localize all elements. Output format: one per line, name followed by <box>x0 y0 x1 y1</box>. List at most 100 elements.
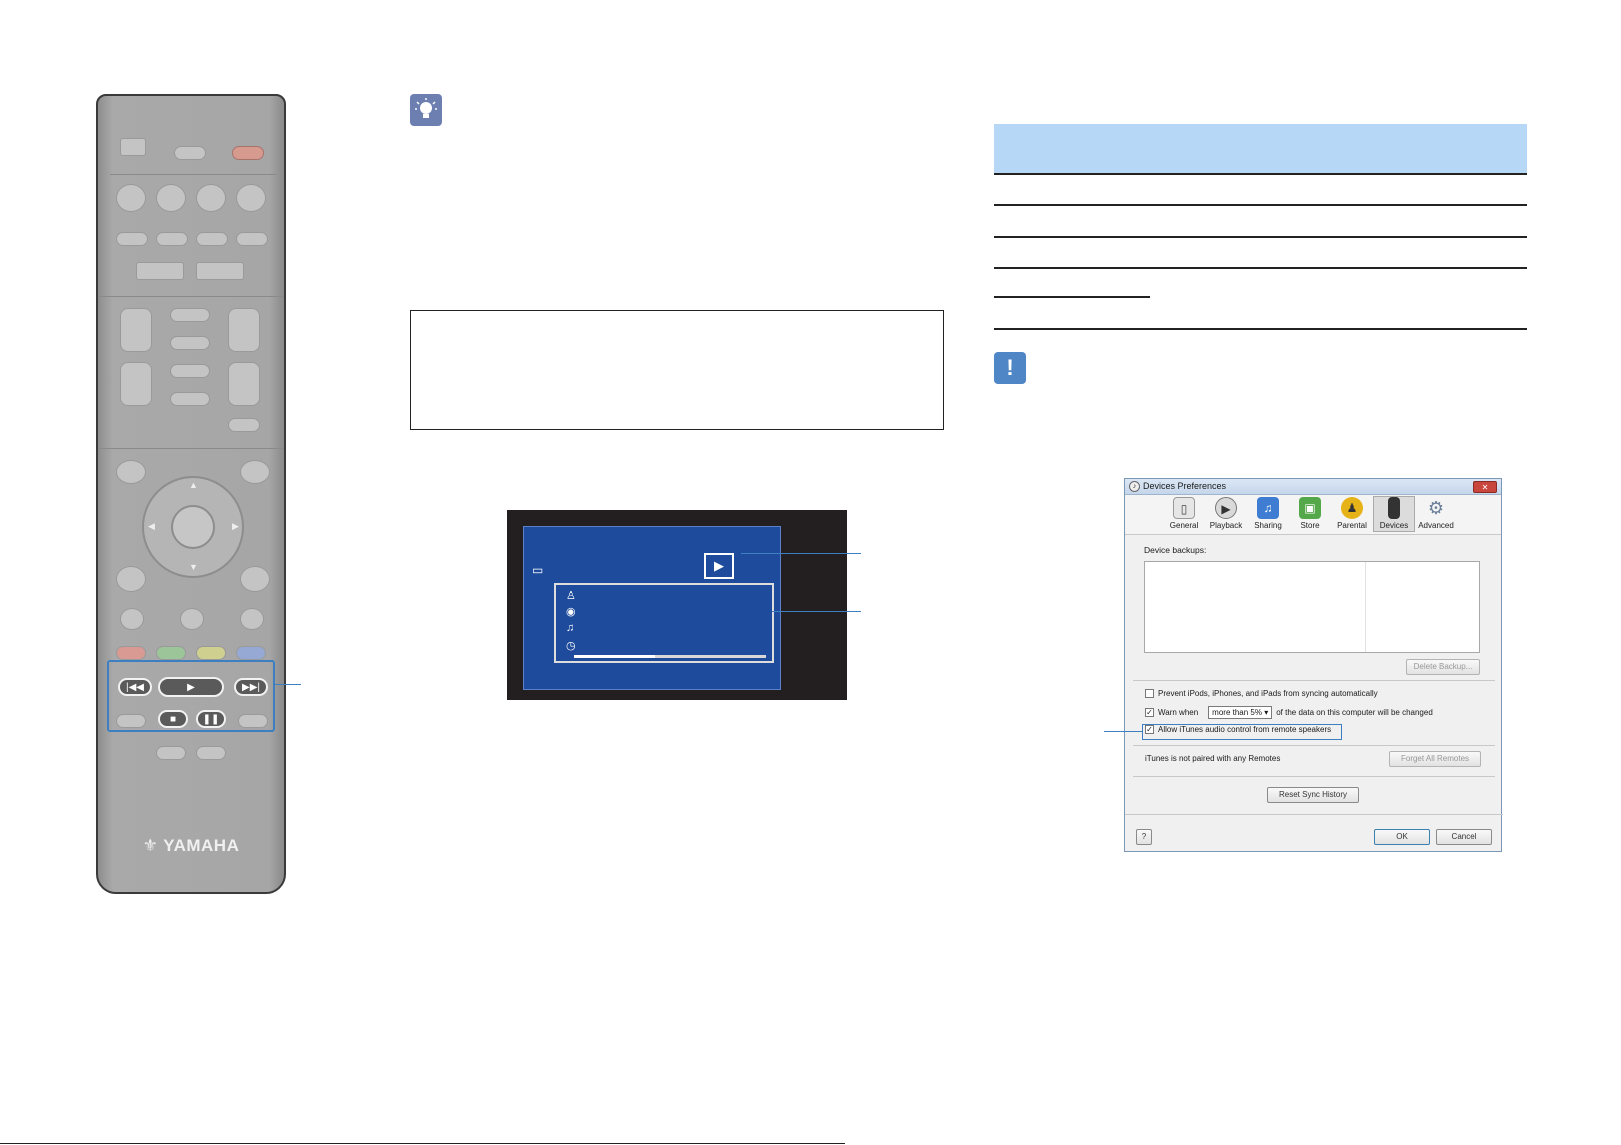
input-button-1 <box>116 184 146 212</box>
section-divider <box>1125 814 1503 815</box>
devices-preferences-window: ♪ Devices Preferences ✕ ▯ General ▶ Play… <box>1124 478 1503 852</box>
table-rule <box>994 173 1527 175</box>
volume-down-button <box>228 362 260 406</box>
scene-down-button <box>120 362 152 406</box>
scene-up-button <box>120 308 152 352</box>
delete-backup-button[interactable]: Delete Backup... <box>1406 659 1480 675</box>
cursor-right-icon: ▶ <box>232 521 239 531</box>
table-rule <box>994 236 1527 238</box>
section-divider <box>1133 776 1495 777</box>
progress-fill <box>574 655 655 658</box>
gear-icon: ⚙ <box>1427 498 1445 518</box>
song-icon: ♫ <box>566 622 575 634</box>
preferences-toolbar: ▯ General ▶ Playback ♫ Sharing ▣ Store ♟… <box>1125 495 1501 535</box>
sharing-icon: ♫ <box>1257 497 1279 519</box>
input-right-button <box>196 262 244 280</box>
info-leader-line <box>772 611 861 612</box>
yellow-button <box>196 646 226 660</box>
remote-switch <box>120 138 146 156</box>
close-button[interactable]: ✕ <box>1473 481 1497 493</box>
yamaha-logo: ⚜ YAMAHA <box>142 836 240 855</box>
remote-button <box>180 608 204 630</box>
program-button <box>170 392 210 406</box>
program-button <box>170 364 210 378</box>
warn-when-checkbox[interactable]: ✓ <box>1145 708 1154 717</box>
pause-button: ❚❚ <box>196 710 226 728</box>
cursor-down-icon: ▼ <box>189 562 198 572</box>
playback-status-icon: ▶ <box>704 553 734 579</box>
forget-all-remotes-button[interactable]: Forget All Remotes <box>1389 751 1481 767</box>
device-backups-list[interactable] <box>1144 561 1480 653</box>
tab-devices[interactable]: ▮ Devices <box>1373 496 1415 532</box>
remote-button <box>240 566 270 592</box>
remotes-status-text: iTunes is not paired with any Remotes <box>1145 754 1281 763</box>
transport-leader-line <box>275 684 301 685</box>
prevent-sync-row: Prevent iPods, iPhones, and iPads from s… <box>1145 689 1378 698</box>
tab-label: Parental <box>1337 521 1367 530</box>
green-button <box>156 646 186 660</box>
remote-divider <box>98 448 284 449</box>
tab-store[interactable]: ▣ Store <box>1289 497 1331 530</box>
warn-when-label: Warn when <box>1158 708 1199 717</box>
tab-sharing[interactable]: ♫ Sharing <box>1247 497 1289 530</box>
remote-divider <box>110 174 276 175</box>
skip-forward-button: ▶▶| <box>234 678 268 696</box>
note-box <box>410 310 944 430</box>
input-button-2 <box>156 184 186 212</box>
table-rule <box>994 267 1527 269</box>
artist-icon: ♙ <box>566 590 576 602</box>
input-button-3 <box>196 184 226 212</box>
remote-button <box>196 232 228 246</box>
iphone-icon: ▮ <box>1388 497 1400 519</box>
remote-button <box>116 460 146 484</box>
tab-advanced[interactable]: ⚙ Advanced <box>1415 497 1457 530</box>
reset-sync-history-button[interactable]: Reset Sync History <box>1267 787 1359 803</box>
album-icon: ◉ <box>566 606 576 618</box>
table-header <box>994 124 1527 174</box>
tab-playback[interactable]: ▶ Playback <box>1205 497 1247 530</box>
warn-suffix-label: of the data on this computer will be cha… <box>1276 708 1433 717</box>
warn-threshold-value: more than 5% <box>1212 708 1262 717</box>
remote-divider <box>98 296 284 297</box>
allow-remote-leader-line <box>1104 731 1142 732</box>
cursor-up-icon: ▲ <box>189 480 198 490</box>
tab-label: Playback <box>1209 521 1243 530</box>
warn-threshold-select[interactable]: more than 5% ▾ <box>1208 706 1273 719</box>
blue-button <box>236 646 266 660</box>
help-button[interactable]: ? <box>1136 829 1152 845</box>
tab-label: Advanced <box>1418 521 1454 530</box>
list-column-divider <box>1365 562 1366 652</box>
play-icon: ▶ <box>1215 497 1237 519</box>
tv-screen: ▭ ▶ ♙ ◉ ♫ ◷ <box>523 526 781 690</box>
window-title-bar: ♪ Devices Preferences ✕ <box>1125 479 1501 495</box>
table-rule <box>994 204 1527 206</box>
table-rule <box>994 328 1527 330</box>
volume-up-button <box>228 308 260 352</box>
remote-button <box>174 146 206 160</box>
playback-info-box: ♙ ◉ ♫ ◷ <box>554 583 774 663</box>
tab-parental[interactable]: ♟ Parental <box>1331 497 1373 530</box>
remote-button <box>116 566 146 592</box>
program-button <box>170 308 210 322</box>
prevent-sync-checkbox[interactable] <box>1145 689 1154 698</box>
table-rule <box>994 296 1150 298</box>
lightbulb-icon <box>410 94 442 126</box>
device-backups-label: Device backups: <box>1144 545 1207 555</box>
itunes-icon: ♪ <box>1129 481 1140 492</box>
input-button-4 <box>236 184 266 212</box>
warn-when-row: ✓ Warn when more than 5% ▾ of the data o… <box>1145 706 1433 719</box>
skip-back-button: |◀◀ <box>118 678 152 696</box>
input-left-button <box>136 262 184 280</box>
cancel-button[interactable]: Cancel <box>1436 829 1492 845</box>
remote-button <box>236 232 268 246</box>
tv-display: ▭ ▶ ♙ ◉ ♫ ◷ <box>507 510 847 700</box>
ok-button[interactable]: OK <box>1374 829 1430 845</box>
enter-button <box>171 505 215 549</box>
remote-button <box>196 746 226 760</box>
exclamation-icon: ! <box>994 352 1026 384</box>
window-title: Devices Preferences <box>1143 481 1227 491</box>
power-button <box>232 146 264 160</box>
tab-general[interactable]: ▯ General <box>1163 497 1205 530</box>
red-button <box>116 646 146 660</box>
remote-button <box>156 232 188 246</box>
